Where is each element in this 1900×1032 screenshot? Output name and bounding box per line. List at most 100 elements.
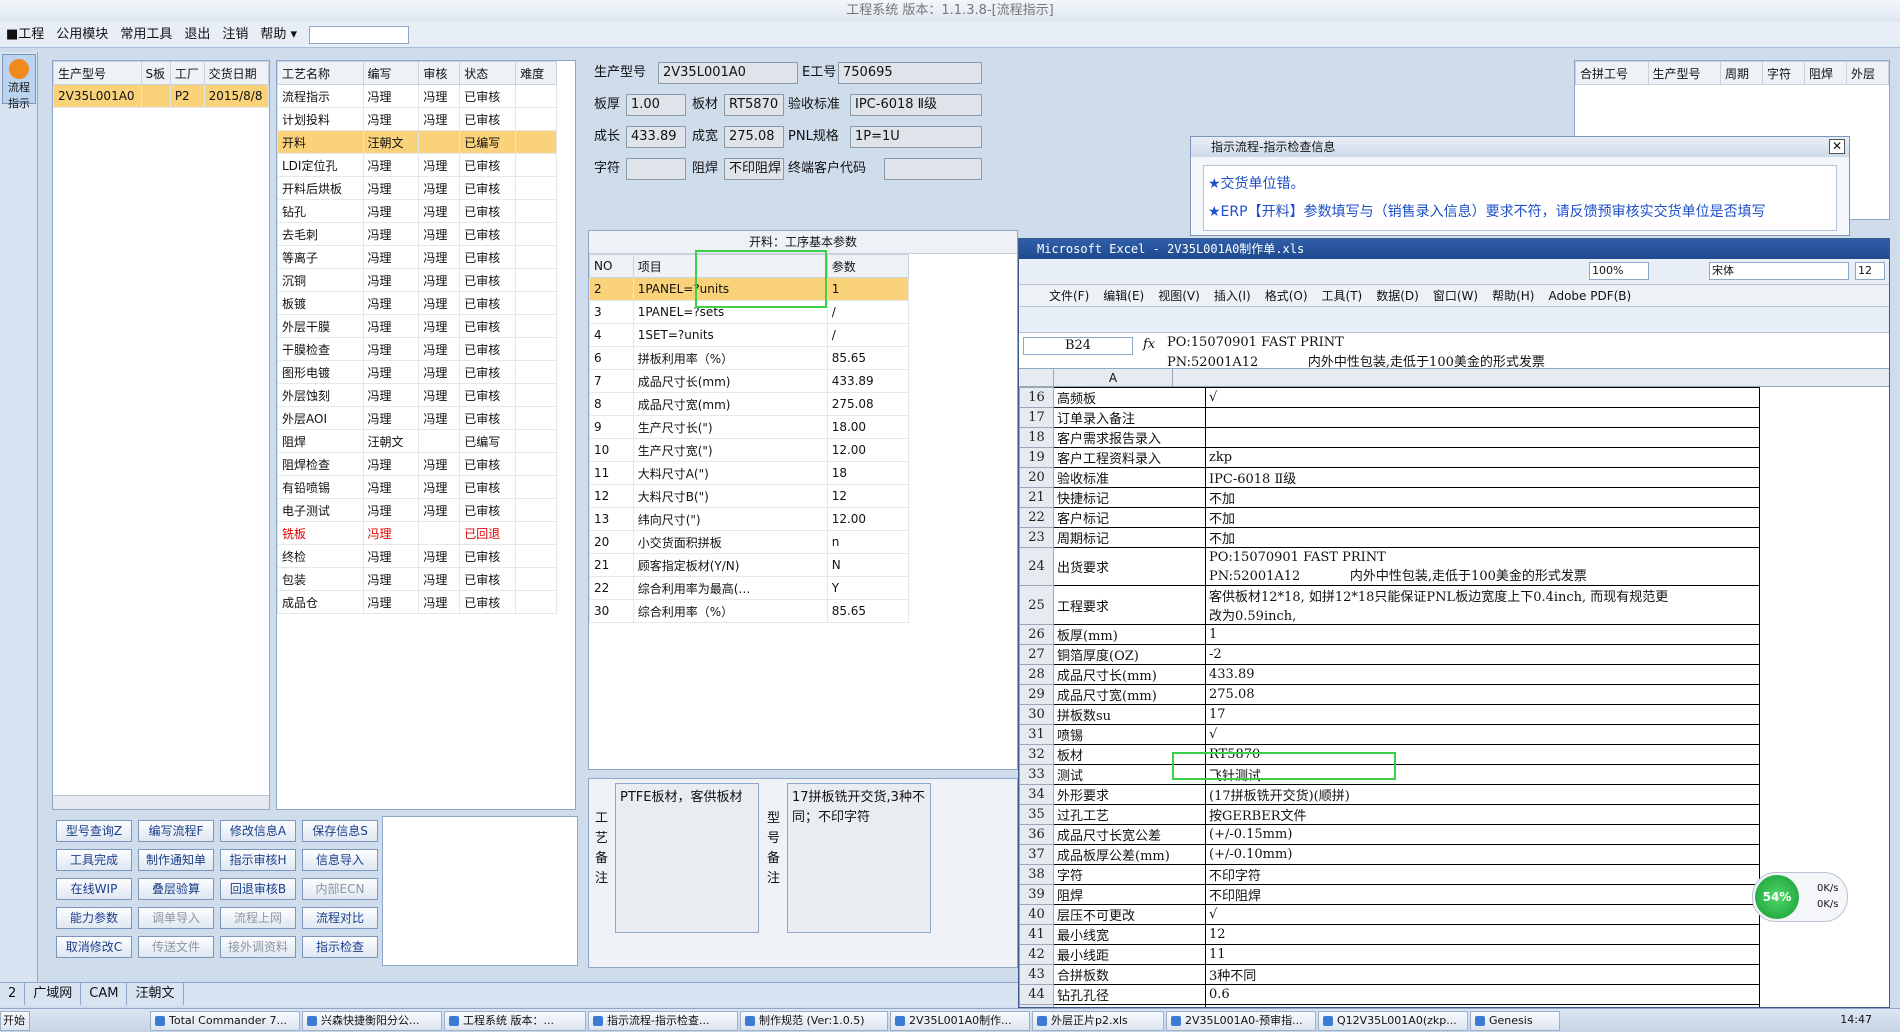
excel-cell-label[interactable]: 层压不可更改 xyxy=(1053,904,1206,925)
excel-cell-value[interactable]: 按GERBER文件 xyxy=(1205,804,1760,825)
left-nav-flow[interactable]: 流程指示 xyxy=(2,54,36,110)
excel-cell-label[interactable]: 成品尺寸宽(mm) xyxy=(1053,684,1206,705)
status-tab[interactable]: 广域网 xyxy=(25,983,82,1005)
excel-cell-value[interactable]: 433.89 xyxy=(1205,664,1760,685)
row-number[interactable]: 30 xyxy=(1019,704,1054,725)
excel-cell-label[interactable]: 字符 xyxy=(1053,864,1206,885)
excel-menu-item[interactable]: 数据(D) xyxy=(1376,289,1419,303)
menu-combo[interactable] xyxy=(309,25,410,44)
action-button[interactable]: 能力参数 xyxy=(56,907,132,929)
action-button[interactable]: 在线WIP xyxy=(56,878,132,900)
process-row[interactable]: 外层AOI 冯理 冯理 已审核 xyxy=(277,406,557,430)
row-number[interactable]: 23 xyxy=(1019,527,1054,548)
excel-cell-label[interactable]: 过孔工艺 xyxy=(1053,804,1206,825)
excel-cell-value[interactable]: 不加 xyxy=(1205,487,1760,508)
excel-menu-item[interactable]: Adobe PDF(B) xyxy=(1548,289,1631,303)
process-row[interactable]: 成品仓 冯理 冯理 已审核 xyxy=(277,590,557,614)
column-a[interactable]: A xyxy=(1053,369,1173,387)
action-button[interactable]: 调单导入 xyxy=(138,907,214,929)
order-row[interactable]: 2V35L001A0 P2 2015/8/8 xyxy=(53,84,270,108)
excel-cell-label[interactable]: 成品尺寸长(mm) xyxy=(1053,664,1206,685)
size-box[interactable]: 12 xyxy=(1855,262,1885,280)
process-row[interactable]: 板镀 冯理 冯理 已审核 xyxy=(277,291,557,315)
row-number[interactable]: 43 xyxy=(1019,964,1054,985)
excel-cell-value[interactable]: √ xyxy=(1205,387,1760,408)
process-row[interactable]: 开料 汪朝文 已编写 xyxy=(277,130,557,154)
row-number[interactable]: 19 xyxy=(1019,447,1054,468)
process-row[interactable]: 去毛刺 冯理 冯理 已审核 xyxy=(277,222,557,246)
formula-line-1[interactable]: PO:15070901 FAST PRINT xyxy=(1167,335,1344,350)
process-row[interactable]: 阻焊检查 冯理 冯理 已审核 xyxy=(277,452,557,476)
mat-field[interactable]: RT5870 xyxy=(724,94,784,116)
excel-cell-value[interactable]: 不印阻焊 xyxy=(1205,884,1760,905)
excel-cell-label[interactable]: 最小线宽 xyxy=(1053,924,1206,945)
status-tab[interactable]: 汪朝文 xyxy=(127,983,184,1005)
process-row[interactable]: 外层干膜 冯理 冯理 已审核 xyxy=(277,314,557,338)
process-row[interactable]: 沉铜 冯理 冯理 已审核 xyxy=(277,268,557,292)
process-row[interactable]: LDI定位孔 冯理 冯理 已审核 xyxy=(277,153,557,177)
excel-cell-value[interactable]: 275.08 xyxy=(1205,684,1760,705)
status-tab[interactable]: CAM xyxy=(81,983,128,1005)
merge-col-header[interactable]: 阻焊 xyxy=(1804,61,1847,85)
process-row[interactable]: 开料后烘板 冯理 冯理 已审核 xyxy=(277,176,557,200)
taskbar-item[interactable]: 工程系统 版本：... xyxy=(444,1011,586,1031)
row-number[interactable]: 20 xyxy=(1019,467,1054,488)
excel-cell-label[interactable]: 最小线距 xyxy=(1053,944,1206,965)
action-button[interactable]: 指示审核H xyxy=(220,849,296,871)
excel-cell-label[interactable]: 外形要求 xyxy=(1053,784,1206,805)
order-col-header[interactable]: 工厂 xyxy=(169,61,205,85)
order-col-header[interactable]: 生产型号 xyxy=(53,61,142,85)
process-col-header[interactable]: 状态 xyxy=(459,61,517,85)
param-row[interactable]: 4 1SET=?units / xyxy=(589,323,910,347)
action-button[interactable]: 取消修改C xyxy=(56,936,132,958)
param-col-header[interactable]: NO xyxy=(589,254,634,278)
param-row[interactable]: 6 拼板利用率（%） 85.65 xyxy=(589,346,910,370)
process-row[interactable]: 计划投料 冯理 冯理 已审核 xyxy=(277,107,557,131)
param-row[interactable]: 21 顾客指定板材(Y/N) N xyxy=(589,553,910,577)
len-field[interactable]: 433.89 xyxy=(626,126,686,148)
excel-cell-value[interactable]: 3种不同 xyxy=(1205,964,1760,985)
row-number[interactable]: 18 xyxy=(1019,427,1054,448)
name-box[interactable]: B24 xyxy=(1023,337,1133,355)
param-row[interactable]: 22 综合利用率为最高(… Y xyxy=(589,576,910,600)
excel-cell-value[interactable] xyxy=(1205,407,1760,428)
row-number[interactable]: 37 xyxy=(1019,844,1054,865)
excel-menu-item[interactable]: 工具(T) xyxy=(1322,289,1363,303)
excel-menu-item[interactable]: 编辑(E) xyxy=(1103,289,1144,303)
taskbar-item[interactable]: 外层正片p2.xls xyxy=(1032,1011,1164,1031)
process-row[interactable]: 外层蚀刻 冯理 冯理 已审核 xyxy=(277,383,557,407)
taskbar-item[interactable]: 2V35L001A0-预审指... xyxy=(1166,1011,1316,1031)
taskbar-item[interactable]: 指示流程-指示检查... xyxy=(588,1011,738,1031)
action-button[interactable]: 内部ECN xyxy=(302,878,378,900)
formula-line-2[interactable]: PN:52001A12 内外中性包装,走低于100美金的形式发票 xyxy=(1167,351,1545,370)
excel-menu-item[interactable]: 格式(O) xyxy=(1265,289,1308,303)
row-number[interactable]: 36 xyxy=(1019,824,1054,845)
excel-cell-label[interactable]: 周期标记 xyxy=(1053,527,1206,548)
row-number[interactable]: 42 xyxy=(1019,944,1054,965)
row-number[interactable]: 27 xyxy=(1019,644,1054,665)
excel-cell-label[interactable]: 铜箔厚度(OZ) xyxy=(1053,644,1206,665)
action-button[interactable]: 制作通知单 xyxy=(138,849,214,871)
action-button[interactable]: 流程上网 xyxy=(220,907,296,929)
excel-cell-value[interactable]: zkp xyxy=(1205,447,1760,468)
excel-cell-value[interactable] xyxy=(1205,427,1760,448)
process-row[interactable]: 有铅喷锡 冯理 冯理 已审核 xyxy=(277,475,557,499)
process-row[interactable]: 铣板 冯理 已回退 xyxy=(277,521,557,545)
process-row[interactable]: 阻焊 汪朝文 已编写 xyxy=(277,429,557,453)
menu-logout[interactable]: 注销 xyxy=(216,22,254,48)
excel-cell-label[interactable]: 订单录入备注 xyxy=(1053,407,1206,428)
excel-cell-label[interactable]: 快捷标记 xyxy=(1053,487,1206,508)
excel-cell-value[interactable]: 12 xyxy=(1205,924,1760,945)
row-number[interactable]: 38 xyxy=(1019,864,1054,885)
process-col-header[interactable]: 工艺名称 xyxy=(277,61,364,85)
process-col-header[interactable]: 难度 xyxy=(515,61,557,85)
process-row[interactable]: 流程指示 冯理 冯理 已审核 xyxy=(277,84,557,108)
row-number[interactable]: 32 xyxy=(1019,744,1054,765)
taskbar-item[interactable]: Total Commander 7... xyxy=(150,1011,300,1031)
menu-tools[interactable]: 常用工具 xyxy=(114,22,178,48)
excel-cell-value[interactable]: 不加 xyxy=(1205,507,1760,528)
cust-field[interactable] xyxy=(884,158,982,180)
row-number[interactable]: 33 xyxy=(1019,764,1054,785)
process-col-header[interactable]: 编写 xyxy=(362,61,420,85)
thick-field[interactable]: 1.00 xyxy=(626,94,686,116)
